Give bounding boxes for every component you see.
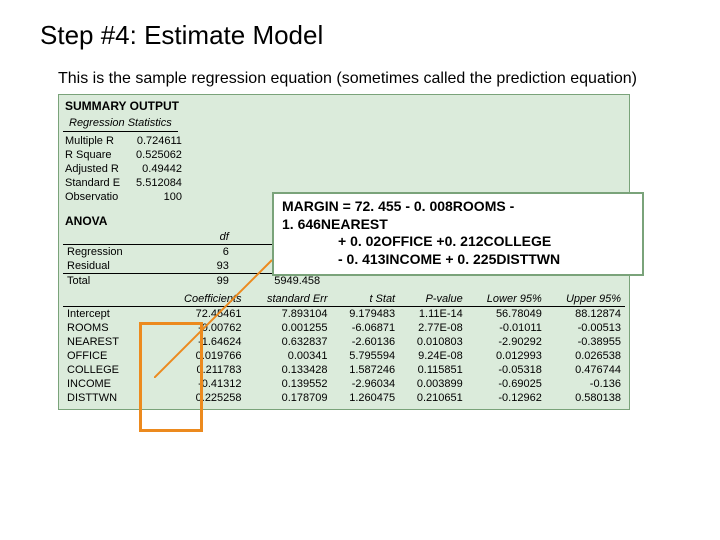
regression-equation-callout: MARGIN = 72. 455 - 0. 008ROOMS - 1. 646N… [272, 192, 644, 276]
summary-output-label: SUMMARY OUTPUT [59, 95, 629, 115]
coefficients-table: Coefficients standard Err t Stat P-value… [63, 292, 625, 405]
equation-line-1: MARGIN = 72. 455 - 0. 008ROOMS - [282, 198, 514, 214]
regression-statistics-label: Regression Statistics [63, 115, 178, 132]
equation-line-3: + 0. 02OFFICE +0. 212COLLEGE [282, 233, 634, 251]
slide-subtitle: This is the sample regression equation (… [58, 69, 680, 90]
regression-statistics-table: Multiple R0.724611 R Square0.525062 Adju… [63, 134, 188, 204]
slide-title: Step #4: Estimate Model [40, 20, 680, 51]
equation-line-4: - 0. 413INCOME + 0. 225DISTTWN [282, 251, 634, 269]
equation-line-2: 1. 646NEAREST [282, 216, 388, 232]
